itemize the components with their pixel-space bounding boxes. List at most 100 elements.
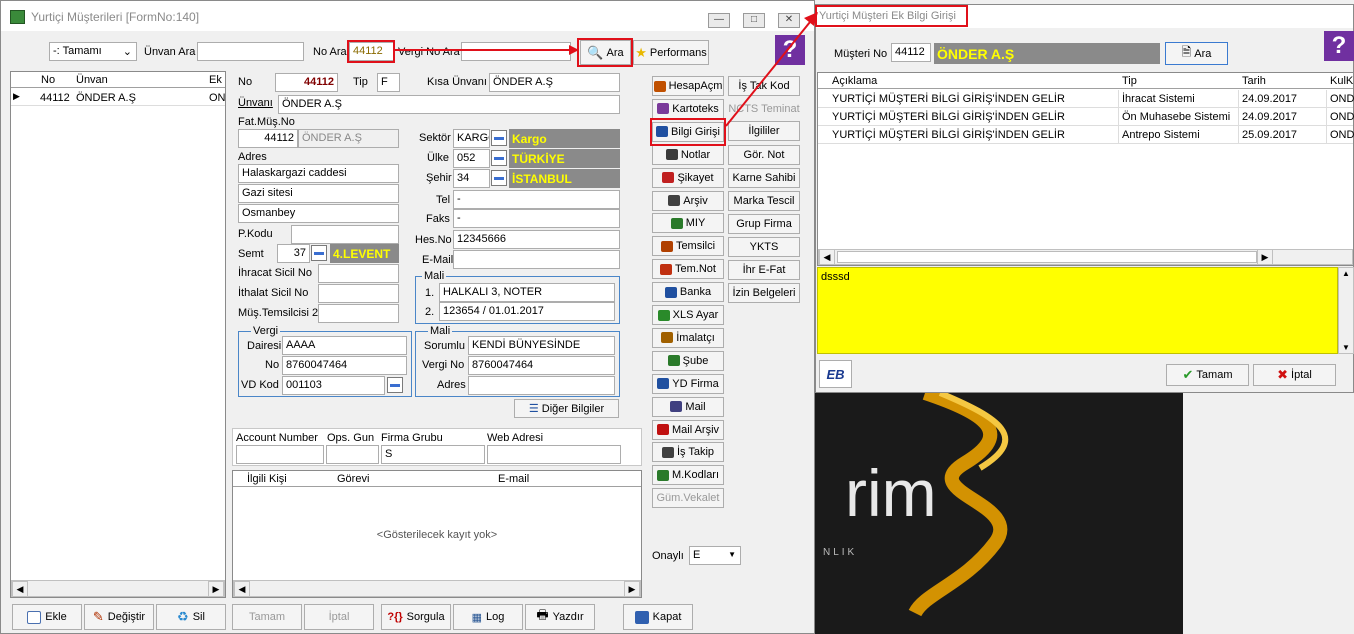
side-button-17[interactable]: İş Takip [652,442,724,463]
dialog-iptal-button[interactable]: ✖ İptal [1253,364,1336,386]
adres3-field[interactable]: Osmanbey [238,204,399,223]
sorumlu-field[interactable]: KENDİ BÜNYESİNDE [468,336,615,355]
scroll-up-icon[interactable]: ▲ [1342,269,1350,278]
side-button-9[interactable]: Tem.Not [652,259,724,280]
ithalat-field[interactable] [318,284,399,303]
table-row[interactable]: YURTİÇİ MÜŞTERİ BİLGİ GİRİŞ'İNDEN GELİR A… [818,126,1354,144]
ops-gun-field[interactable] [326,445,379,464]
memo-scrollbar[interactable]: ▲ ▼ [1338,267,1354,354]
mali1-row1-field[interactable]: HALKALI 3, NOTER [439,283,615,302]
sehir-code-field[interactable]: 34 [453,169,490,188]
scroll-right-icon[interactable]: ▶ [1257,249,1273,265]
side-button-right-10[interactable]: İzin Belgeleri [728,283,800,303]
side-button-13[interactable]: Şube [652,350,724,371]
side-button-15[interactable]: Mail [652,396,724,417]
side-button-5[interactable]: Şikayet [652,167,724,188]
scroll-left-icon[interactable]: ◀ [819,249,835,265]
sil-button[interactable]: ♻ Sil [156,604,226,630]
side-button-1[interactable]: HesapAçm [652,76,724,96]
side-button-right-6[interactable]: Marka Tescil [728,191,800,211]
eb-button[interactable]: EB [819,360,852,388]
tip-field[interactable]: F [377,73,400,92]
pkodu-field[interactable] [291,225,399,244]
unvan-field[interactable]: ÖNDER A.Ş [278,95,620,114]
scroll-thumb[interactable] [837,251,1257,263]
ulke-code-field[interactable]: 052 [453,149,490,168]
horizontal-scrollbar[interactable]: ◀ ▶ [11,580,225,597]
degistir-button[interactable]: ✎ Değiştir [84,604,154,630]
yazdir-button[interactable]: 🖶 Yazdır [525,604,595,630]
scroll-right-icon[interactable]: ▶ [208,581,224,597]
scroll-right-icon[interactable]: ▶ [624,581,640,597]
scroll-left-icon[interactable]: ◀ [12,581,28,597]
filter-select[interactable]: -: Tamamı ⌄ [49,42,137,61]
ulke-picker-icon[interactable] [491,150,507,166]
vd-kod-field[interactable]: 001103 [282,376,385,395]
web-adresi-field[interactable] [487,445,621,464]
side-button-right-4[interactable]: Gör. Not [728,145,800,165]
faks-field[interactable]: - [453,209,620,228]
vergi-no-field[interactable]: 8760047464 [282,356,407,375]
side-button-12[interactable]: İmalatçı [652,327,724,348]
side-button-right-8[interactable]: YKTS [728,237,800,257]
side-button-right-7[interactable]: Grup Firma [728,214,800,234]
tel-field[interactable]: - [453,190,620,209]
dialog-tamam-button[interactable]: ✔ Tamam [1166,364,1249,386]
side-button-right-5[interactable]: Karne Sahibi [728,168,800,188]
table-row[interactable]: YURTİÇİ MÜŞTERİ BİLGİ GİRİŞ'İNDEN GELİR İ… [818,90,1354,108]
hes-no-field[interactable]: 12345666 [453,230,620,249]
side-button-11[interactable]: XLS Ayar [652,305,724,325]
performans-button[interactable]: ★ Performans [633,40,709,65]
mali1-row2-field[interactable]: 123654 / 01.01.2017 [439,302,615,321]
ek-bilgi-scrollbar[interactable]: ◀ ▶ [818,249,1353,265]
side-button-19[interactable]: Güm.Vekalet [652,488,724,509]
log-button[interactable]: ▦ Log [453,604,523,630]
no-field[interactable]: 44112 [275,73,338,92]
ekle-button[interactable]: Ekle [12,604,82,630]
side-button-18[interactable]: M.Kodları [652,465,724,486]
musteri-no-field[interactable]: 44112 [891,43,931,62]
sektor-picker-icon[interactable] [491,130,507,146]
side-button-14[interactable]: YD Firma [652,373,724,394]
dialog-ara-button[interactable]: 🗎 Ara [1165,42,1228,65]
side-button-4[interactable]: Notlar [652,144,724,165]
side-button-7[interactable]: MIY [652,213,724,234]
vd-kod-picker-icon[interactable] [387,377,403,393]
side-button-16[interactable]: Mail Arşiv [652,419,724,440]
mus-temsilci-field[interactable] [318,304,399,323]
sektor-code-field[interactable]: KARGO [453,129,490,148]
kapat-button[interactable]: Kapat [623,604,693,630]
mali-adres-field[interactable] [468,376,615,395]
unvan-ara-input[interactable] [197,42,304,61]
memo-field[interactable]: dsssd [817,267,1338,354]
sorgula-button[interactable]: ?{} Sorgula [381,604,451,630]
scroll-down-icon[interactable]: ▼ [1342,343,1350,352]
scroll-left-icon[interactable]: ◀ [234,581,250,597]
onayli-select[interactable]: E ▼ [689,546,741,565]
account-number-field[interactable] [236,445,324,464]
side-button-right-9[interactable]: İhr E-Fat [728,260,800,280]
table-row[interactable]: ▶ 44112 ÖNDER A.Ş ON [11,89,226,106]
side-button-2[interactable]: Kartoteks [652,98,724,119]
mali-vergi-no-field[interactable]: 8760047464 [468,356,615,375]
ihracat-field[interactable] [318,264,399,283]
email-field[interactable] [453,250,620,269]
kisa-unvan-field[interactable]: ÖNDER A.Ş [489,73,620,92]
iptal-button[interactable]: İptal [304,604,374,630]
contacts-scrollbar[interactable]: ◀ ▶ [233,580,641,597]
dialog-help-button[interactable]: ? [1324,31,1354,61]
adres1-field[interactable]: Halaskargazi caddesi [238,164,399,183]
semt-picker-icon[interactable] [311,245,327,261]
side-button-10[interactable]: Banka [652,282,724,303]
diger-bilgiler-button[interactable]: ☰ Diğer Bilgiler [514,399,619,418]
semt-code-field[interactable]: 37 [277,244,310,263]
adres2-field[interactable]: Gazi sitesi [238,184,399,203]
firma-grubu-field[interactable]: S [381,445,485,464]
sehir-picker-icon[interactable] [491,170,507,186]
table-row[interactable]: YURTİÇİ MÜŞTERİ BİLGİ GİRİŞ'İNDEN GELİR Ö… [818,108,1354,126]
vergi-dairesi-field[interactable]: AAAA [282,336,407,355]
tamam-button[interactable]: Tamam [232,604,302,630]
side-button-8[interactable]: Temsilci [652,236,724,257]
fat-mus-no-field[interactable]: 44112 [238,129,298,148]
side-button-6[interactable]: Arşiv [652,190,724,211]
